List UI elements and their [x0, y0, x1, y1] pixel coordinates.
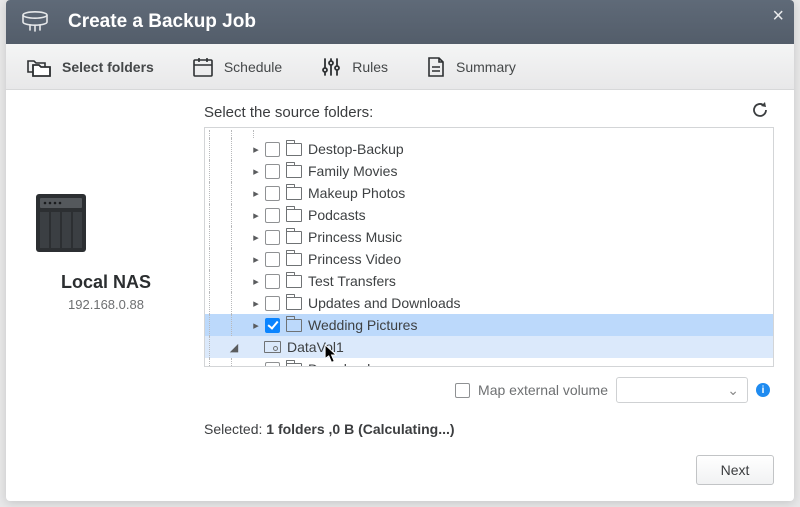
step-label: Select folders: [62, 59, 154, 75]
source-folders-label: Select the source folders:: [204, 104, 774, 121]
device-name: Local NAS: [26, 272, 186, 293]
expander-icon[interactable]: ▸: [249, 231, 263, 244]
tree-row[interactable]: ▸ Princess Music: [205, 226, 773, 248]
dialog-header: Create a Backup Job ×: [6, 0, 794, 44]
close-icon[interactable]: ×: [772, 6, 784, 26]
refresh-icon[interactable]: [750, 100, 770, 123]
document-icon: [426, 56, 446, 78]
nas-device-icon: [26, 188, 186, 258]
tree-item-label: Family Movies: [308, 163, 397, 179]
tree-item-label: Princess Video: [308, 251, 401, 267]
map-external-volume-label: Map external volume: [478, 382, 608, 398]
folder-checkbox[interactable]: [265, 186, 280, 201]
expander-icon[interactable]: ▸: [249, 363, 263, 367]
step-label: Rules: [352, 59, 388, 75]
calendar-icon: [192, 56, 214, 78]
tree-row[interactable]: ▸ Download: [205, 358, 773, 366]
dialog-footer: Next: [6, 441, 794, 501]
tree-row[interactable]: ▸ Princess Video: [205, 248, 773, 270]
tree-item-label: DataVol1: [287, 339, 344, 355]
folder-checkbox[interactable]: [265, 142, 280, 157]
expander-icon[interactable]: ▸: [249, 275, 263, 288]
folders-icon: [26, 56, 52, 78]
selection-status: Selected: 1 folders ,0 B (Calculating...…: [204, 421, 774, 437]
tree-item-label: Podcasts: [308, 207, 366, 223]
tree-item-label: Download: [308, 361, 370, 366]
map-external-volume-checkbox[interactable]: [455, 383, 470, 398]
tree-row[interactable]: ▸ Family Movies: [205, 160, 773, 182]
folder-checkbox[interactable]: [265, 252, 280, 267]
folder-icon: [286, 275, 302, 288]
source-device-panel: Local NAS 192.168.0.88: [26, 104, 186, 441]
step-rules[interactable]: Rules: [320, 56, 388, 78]
folder-icon: [286, 319, 302, 332]
step-label: Schedule: [224, 59, 282, 75]
folder-checkbox[interactable]: [265, 274, 280, 289]
chevron-down-icon: ⌄: [727, 382, 739, 399]
info-icon[interactable]: i: [756, 383, 770, 397]
tree-row[interactable]: ▸ Wedding Pictures: [205, 314, 773, 336]
tree-row[interactable]: ▸ Podcasts: [205, 204, 773, 226]
folder-tree: ▸ Destop-Backup ▸ Family Movies ▸ Makeup Phot…: [204, 127, 774, 367]
step-schedule[interactable]: Schedule: [192, 56, 282, 78]
folder-icon: [286, 165, 302, 178]
drive-icon: [264, 341, 281, 353]
folder-icon: [286, 143, 302, 156]
tree-row[interactable]: ▸ Destop-Backup: [205, 138, 773, 160]
tree-item-label: Makeup Photos: [308, 185, 405, 201]
step-select-folders[interactable]: Select folders: [26, 56, 154, 78]
folder-icon: [286, 253, 302, 266]
folder-icon: [286, 363, 302, 367]
step-label: Summary: [456, 59, 516, 75]
sliders-icon: [320, 56, 342, 78]
expander-icon[interactable]: ◢: [227, 341, 241, 354]
tree-item-label: Wedding Pictures: [308, 317, 417, 333]
folder-tree-scroll[interactable]: ▸ Destop-Backup ▸ Family Movies ▸ Makeup Phot…: [205, 128, 773, 366]
wizard-steps: Select folders Schedule Rules Summary: [6, 44, 794, 90]
map-external-volume-select[interactable]: ⌄: [616, 377, 748, 403]
tree-row[interactable]: ◢ DataVol1: [205, 336, 773, 358]
tree-item-label: Test Transfers: [308, 273, 396, 289]
expander-icon[interactable]: ▸: [249, 319, 263, 332]
tree-item-label: Princess Music: [308, 229, 402, 245]
device-ip: 192.168.0.88: [26, 297, 186, 312]
tree-row[interactable]: ▸ Makeup Photos: [205, 182, 773, 204]
folder-checkbox[interactable]: [265, 164, 280, 179]
tree-row[interactable]: ▸ Test Transfers: [205, 270, 773, 292]
folder-icon: [286, 187, 302, 200]
expander-icon[interactable]: ▸: [249, 165, 263, 178]
expander-icon[interactable]: ▸: [249, 187, 263, 200]
expander-icon[interactable]: ▸: [249, 297, 263, 310]
dialog-title: Create a Backup Job: [68, 11, 256, 33]
folder-checkbox[interactable]: [265, 208, 280, 223]
folder-checkbox[interactable]: [265, 296, 280, 311]
tree-row[interactable]: ▸ Updates and Downloads: [205, 292, 773, 314]
folder-icon: [286, 209, 302, 222]
folder-icon: [286, 297, 302, 310]
folder-checkbox[interactable]: [265, 362, 280, 367]
expander-icon[interactable]: ▸: [249, 143, 263, 156]
backup-icon: [20, 10, 50, 35]
tree-item-label: Destop-Backup: [308, 141, 404, 157]
folder-checkbox[interactable]: [265, 230, 280, 245]
expander-icon[interactable]: ▸: [249, 253, 263, 266]
step-summary[interactable]: Summary: [426, 56, 516, 78]
tree-item-label: Updates and Downloads: [308, 295, 461, 311]
backup-job-dialog: Create a Backup Job × Select folders Sch…: [6, 0, 794, 501]
expander-icon[interactable]: ▸: [249, 209, 263, 222]
folder-checkbox[interactable]: [265, 318, 280, 333]
folder-icon: [286, 231, 302, 244]
next-button[interactable]: Next: [696, 455, 774, 485]
